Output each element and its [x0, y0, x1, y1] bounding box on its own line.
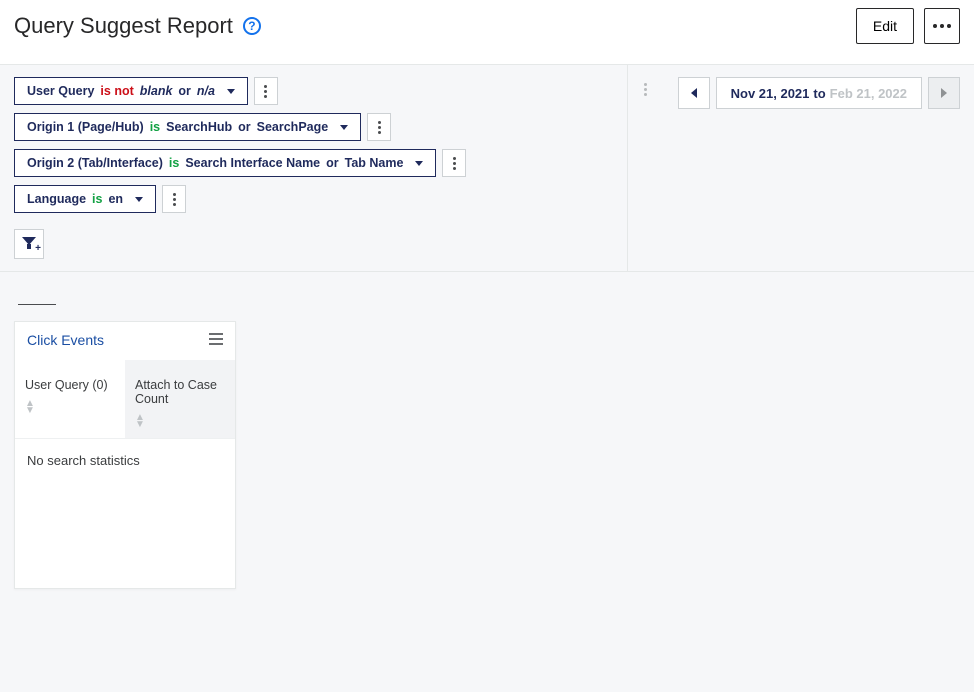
filter-field: User Query [27, 84, 94, 98]
filter-chip-body[interactable]: Language is en [14, 185, 156, 213]
filter-value: Tab Name [345, 156, 404, 170]
list-icon [209, 333, 223, 345]
dots-vertical-icon [644, 83, 647, 96]
page-title: Query Suggest Report [14, 13, 233, 39]
divider [18, 304, 56, 305]
click-events-card: Click Events User Query (0) Attach to Ca… [14, 321, 236, 589]
filter-value: SearchPage [257, 120, 329, 134]
filter-op: is [169, 156, 179, 170]
filter-chip-origin1: Origin 1 (Page/Hub) is SearchHub or Sear… [14, 113, 391, 141]
filter-chip-language: Language is en [14, 185, 186, 213]
card-title[interactable]: Click Events [27, 332, 104, 348]
column-label: Attach to Case Count [135, 378, 225, 406]
dots-vertical-icon [264, 85, 267, 98]
filter-icon: + [22, 237, 36, 251]
filter-chip-menu[interactable] [442, 149, 466, 177]
filter-chip-body[interactable]: Origin 2 (Tab/Interface) is Search Inter… [14, 149, 436, 177]
column-label: User Query (0) [25, 378, 115, 392]
date-range-picker[interactable]: Nov 21, 2021 to Feb 21, 2022 [716, 77, 922, 109]
column-user-query[interactable]: User Query (0) [15, 360, 125, 438]
filter-value: n/a [197, 84, 215, 98]
filter-chip-body[interactable]: User Query is not blank or n/a [14, 77, 248, 105]
date-prev-button[interactable] [678, 77, 710, 109]
date-range-area: Nov 21, 2021 to Feb 21, 2022 [664, 65, 974, 271]
chevron-down-icon [135, 197, 143, 202]
chevron-left-icon [691, 88, 697, 98]
add-filter-button[interactable]: + [14, 229, 44, 259]
filter-conj: or [326, 156, 339, 170]
filter-value: blank [140, 84, 173, 98]
column-attach-count[interactable]: Attach to Case Count [125, 360, 235, 438]
sort-icon [25, 400, 115, 414]
filter-op: is [100, 84, 110, 98]
dots-horizontal-icon [933, 24, 951, 28]
date-to-label: to [813, 86, 825, 101]
filter-conj: or [178, 84, 191, 98]
date-next-button [928, 77, 960, 109]
chevron-right-icon [941, 88, 947, 98]
help-icon[interactable]: ? [243, 17, 261, 35]
table-header: User Query (0) Attach to Case Count [15, 360, 235, 438]
empty-state: No search statistics [15, 438, 235, 588]
section-more-menu[interactable] [628, 65, 664, 271]
filter-chip-menu[interactable] [254, 77, 278, 105]
chevron-down-icon [415, 161, 423, 166]
filter-chip-menu[interactable] [162, 185, 186, 213]
filter-field: Origin 1 (Page/Hub) [27, 120, 144, 134]
filter-op: is [150, 120, 160, 134]
edit-button[interactable]: Edit [856, 8, 914, 44]
filter-value: Search Interface Name [185, 156, 320, 170]
dots-vertical-icon [378, 121, 381, 134]
filter-field: Language [27, 192, 86, 206]
filter-field: Origin 2 (Tab/Interface) [27, 156, 163, 170]
more-actions-button[interactable] [924, 8, 960, 44]
dots-vertical-icon [173, 193, 176, 206]
chevron-down-icon [227, 89, 235, 94]
chevron-down-icon [340, 125, 348, 130]
filter-chip-body[interactable]: Origin 1 (Page/Hub) is SearchHub or Sear… [14, 113, 361, 141]
filter-chip-user-query: User Query is not blank or n/a [14, 77, 278, 105]
filter-op-neg: not [114, 84, 133, 98]
card-settings-icon[interactable] [209, 332, 223, 348]
sort-icon [135, 414, 225, 428]
date-to: Feb 21, 2022 [830, 86, 907, 101]
filter-conj: or [238, 120, 251, 134]
filter-value: SearchHub [166, 120, 232, 134]
date-from: Nov 21, 2021 [731, 86, 810, 101]
filter-value: en [108, 192, 123, 206]
filter-chip-menu[interactable] [367, 113, 391, 141]
filters-area: User Query is not blank or n/a Origin 1 … [0, 65, 628, 271]
filter-chip-origin2: Origin 2 (Tab/Interface) is Search Inter… [14, 149, 466, 177]
filter-op: is [92, 192, 102, 206]
dots-vertical-icon [453, 157, 456, 170]
